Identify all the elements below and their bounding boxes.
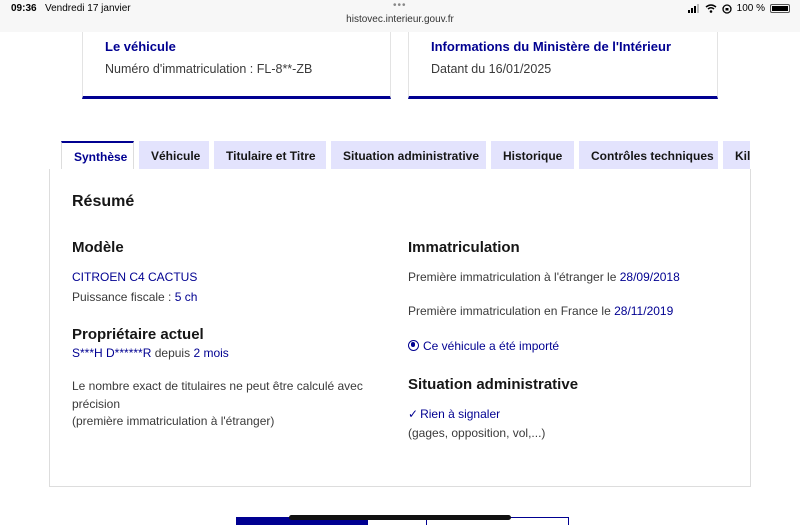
tab-kilometrage[interactable]: Kilométrage <box>723 141 750 170</box>
signal-icon <box>687 4 699 13</box>
home-indicator[interactable] <box>289 515 511 520</box>
owner-name: S***H D******R <box>72 346 152 360</box>
owner-heading: Propriétaire actuel <box>72 326 204 343</box>
fiscal-power-value: 5 ch <box>174 290 198 304</box>
admin-status: ✓ Rien à signaler <box>408 405 500 424</box>
summary-heading: Résumé <box>72 193 135 210</box>
wifi-icon <box>705 4 717 13</box>
tab-bar: Synthèse Véhicule Titulaire et Titre Sit… <box>50 141 750 170</box>
imported-text: Ce véhicule a été importé <box>423 339 560 353</box>
ministry-date: Datant du 16/01/2025 <box>431 62 552 76</box>
url-bar[interactable]: histovec.interieur.gouv.fr <box>0 14 800 25</box>
ministry-card: Informations du Ministère de l'Intérieur… <box>408 32 718 99</box>
france-registration: Première immatriculation en France le 28… <box>408 302 673 321</box>
status-time: 09:36 <box>11 3 37 14</box>
admin-detail: (gages, opposition, vol,...) <box>408 426 546 440</box>
tab-vehicule[interactable]: Véhicule <box>139 141 209 170</box>
status-date: Vendredi 17 janvier <box>45 3 131 14</box>
globe-icon <box>408 340 419 351</box>
status-bar: 09:36 Vendredi 17 janvier ••• histovec.i… <box>0 0 800 32</box>
tab-titulaire[interactable]: Titulaire et Titre <box>214 141 326 170</box>
model-name: CITROEN C4 CACTUS <box>72 270 198 284</box>
status-icons: 100 % <box>687 3 790 14</box>
multitask-dots-icon[interactable]: ••• <box>393 0 407 11</box>
lock-rotation-icon <box>721 3 732 14</box>
owner-note-1: Le nombre exact de titulaires ne peut êt… <box>72 379 363 393</box>
tab-situation-administrative[interactable]: Situation administrative <box>331 141 486 170</box>
france-registration-label: Première immatriculation en France le <box>408 304 611 318</box>
tab-controles-techniques[interactable]: Contrôles techniques <box>579 141 718 170</box>
registration-number: Numéro d'immatriculation : FL-8**-ZB <box>105 62 313 76</box>
foreign-registration-date: 28/09/2018 <box>619 270 680 284</box>
admin-status-text: Rien à signaler <box>420 407 501 421</box>
france-registration-date: 28/11/2019 <box>614 304 674 318</box>
model-heading: Modèle <box>72 239 124 256</box>
fiscal-power-label: Puissance fiscale : <box>72 290 172 304</box>
owner-since-value: 2 mois <box>193 346 229 360</box>
registration-heading: Immatriculation <box>408 239 520 256</box>
fiscal-power: Puissance fiscale : 5 ch <box>72 288 197 307</box>
owner-since-label: depuis <box>154 346 191 360</box>
imported-notice: Ce véhicule a été importé <box>408 337 559 356</box>
foreign-registration: Première immatriculation à l'étranger le… <box>408 268 680 287</box>
foreign-registration-label: Première immatriculation à l'étranger le <box>408 270 617 284</box>
ministry-card-title: Informations du Ministère de l'Intérieur <box>431 39 672 54</box>
tab-historique[interactable]: Historique <box>491 141 574 170</box>
vehicle-card: Le véhicule Numéro d'immatriculation : F… <box>82 32 391 99</box>
owner-note-3: (première immatriculation à l'étranger) <box>72 414 275 428</box>
tab-synthese[interactable]: Synthèse <box>61 141 134 170</box>
admin-heading: Situation administrative <box>408 376 579 393</box>
battery-icon <box>770 4 790 13</box>
check-icon: ✓ <box>408 407 419 421</box>
vehicle-card-title: Le véhicule <box>105 39 176 54</box>
battery-percent: 100 % <box>736 3 765 14</box>
owner-line: S***H D******R depuis 2 mois <box>72 344 229 363</box>
